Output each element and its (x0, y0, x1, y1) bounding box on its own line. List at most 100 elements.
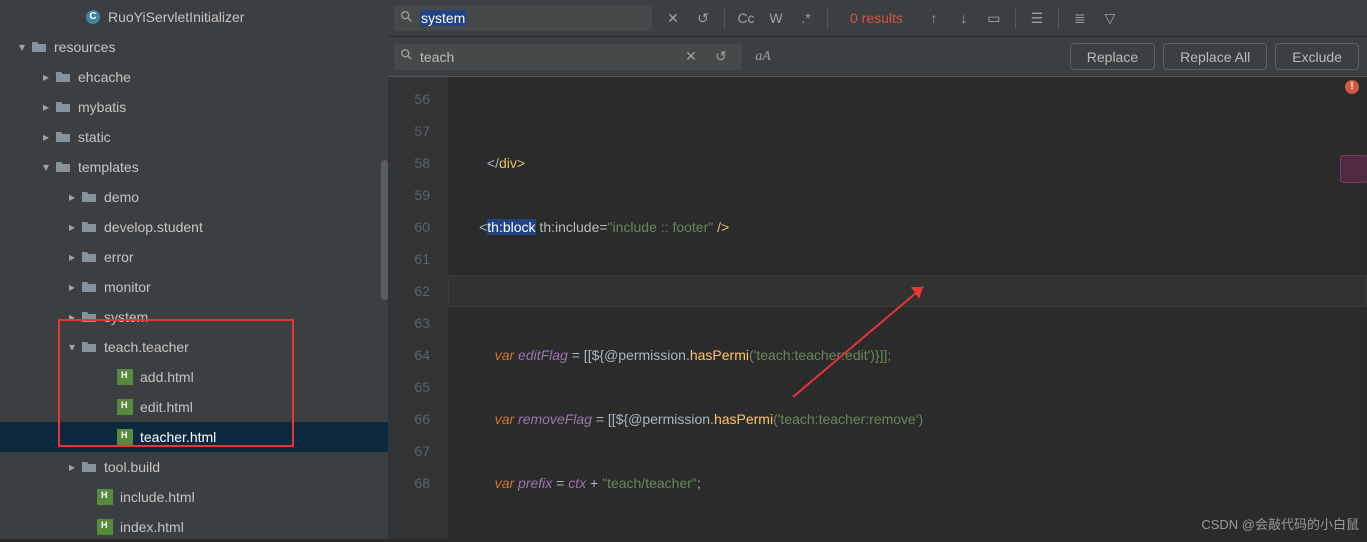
chevron-icon[interactable]: ▾ (64, 340, 80, 354)
folder-icon (80, 188, 98, 206)
tree-item-label: teacher.html (140, 429, 216, 445)
code-text[interactable]: </div> <th:block th:include="include :: … (448, 77, 1367, 539)
whole-word-toggle[interactable]: W (763, 5, 789, 31)
tree-item-label: templates (78, 159, 139, 175)
next-match-icon[interactable]: ↓ (951, 5, 977, 31)
select-all-icon[interactable]: ▭ (981, 5, 1007, 31)
tree-item[interactable]: C RuoYiServletInitializer (0, 2, 388, 32)
html-file-icon (96, 488, 114, 506)
chevron-icon[interactable]: ▸ (38, 100, 54, 114)
tree-item[interactable]: ▸system (0, 302, 388, 332)
editor-panel: system ✕ ↺ Cc W .* 0 results ↑ ↓ ▭ ☰ ≣ ▽ (388, 0, 1367, 539)
clear-icon[interactable]: ✕ (678, 44, 704, 70)
occurrences-icon[interactable]: ☰ (1024, 5, 1050, 31)
history-icon[interactable]: ↺ (708, 44, 734, 70)
tree-item-label: RuoYiServletInitializer (108, 9, 244, 25)
line-number: 59 (388, 179, 430, 211)
match-case-toggle[interactable]: Cc (733, 5, 759, 31)
line-number: 65 (388, 371, 430, 403)
replace-button[interactable]: Replace (1070, 43, 1155, 70)
filter-icon[interactable]: ▽ (1097, 5, 1123, 31)
chevron-icon[interactable]: ▸ (64, 280, 80, 294)
folder-icon (80, 248, 98, 266)
tree-item[interactable]: ▸ static (0, 122, 388, 152)
tree-item[interactable]: ▾ templates (0, 152, 388, 182)
replace-input[interactable] (420, 49, 676, 65)
tree-item[interactable]: ▸tool.build (0, 452, 388, 482)
prev-match-icon[interactable]: ↑ (921, 5, 947, 31)
line-number: 68 (388, 467, 430, 499)
filter-settings-icon[interactable]: ≣ (1067, 5, 1093, 31)
project-tree-panel: C RuoYiServletInitializer ▾ resources ▸ ehcac… (0, 0, 388, 539)
find-input-box[interactable]: system (394, 5, 652, 31)
tree-item[interactable]: ▸error (0, 242, 388, 272)
tree-item-label: demo (104, 189, 139, 205)
line-number: 56 (388, 83, 430, 115)
ide-side-icon[interactable] (1340, 155, 1367, 183)
tree-item[interactable]: teacher.html (0, 422, 388, 452)
line-number: 64 (388, 339, 430, 371)
tree-item[interactable]: ▸ monitor (0, 272, 388, 302)
sidebar-scrollbar[interactable] (381, 160, 388, 300)
folder-icon (80, 308, 98, 326)
folder-icon (54, 98, 72, 116)
error-indicator-icon[interactable]: ! (1345, 80, 1359, 94)
tree-item-label: add.html (140, 369, 194, 385)
line-number: 60 (388, 211, 430, 243)
folder-icon (80, 338, 98, 356)
chevron-icon[interactable]: ▸ (64, 220, 80, 234)
tree-item[interactable]: include.html (0, 482, 388, 512)
chevron-icon[interactable]: ▸ (38, 130, 54, 144)
current-line-highlight (448, 275, 1367, 307)
chevron-icon[interactable]: ▾ (38, 160, 54, 174)
tree-item[interactable]: ▾teach.teacher (0, 332, 388, 362)
chevron-icon[interactable]: ▸ (64, 250, 80, 264)
exclude-button[interactable]: Exclude (1275, 43, 1359, 70)
replace-input-box[interactable]: ✕ ↺ (394, 44, 742, 70)
class-icon: C (84, 8, 102, 26)
tree-item-label: monitor (104, 279, 151, 295)
chevron-icon[interactable]: ▸ (64, 310, 80, 324)
tree-item-label: static (78, 129, 111, 145)
clear-icon[interactable]: ✕ (660, 5, 686, 31)
regex-toggle[interactable]: .* (793, 5, 819, 31)
tree-item-label: mybatis (78, 99, 126, 115)
html-file-icon (96, 518, 114, 536)
folder-icon (54, 68, 72, 86)
folder-icon (54, 128, 72, 146)
line-number: 58 (388, 147, 430, 179)
html-file-icon (116, 368, 134, 386)
chevron-icon[interactable]: ▸ (64, 190, 80, 204)
tree-item[interactable]: edit.html (0, 392, 388, 422)
tree-item[interactable]: ▾ resources (0, 32, 388, 62)
tree-item[interactable]: ▸ ehcache (0, 62, 388, 92)
tree-item[interactable]: add.html (0, 362, 388, 392)
folder-icon (54, 158, 72, 176)
tree-item-label: ehcache (78, 69, 131, 85)
chevron-icon[interactable]: ▾ (14, 40, 30, 54)
tree-item-label: include.html (120, 489, 195, 505)
code-area[interactable]: 56575859606162636465666768 </div> <th:bl… (388, 77, 1367, 539)
replace-toolbar: ✕ ↺ aA Replace Replace All Exclude (388, 37, 1367, 77)
tree-item[interactable]: index.html (0, 512, 388, 542)
replace-all-button[interactable]: Replace All (1163, 43, 1267, 70)
watermark-text: CSDN @会敲代码的小白鼠 (1201, 514, 1359, 533)
chevron-icon[interactable]: ▸ (38, 70, 54, 84)
tree-item[interactable]: ▸ develop.student (0, 212, 388, 242)
folder-icon (80, 278, 98, 296)
history-icon[interactable]: ↺ (690, 5, 716, 31)
line-number: 66 (388, 403, 430, 435)
folder-icon (80, 218, 98, 236)
tree-item[interactable]: ▸ demo (0, 182, 388, 212)
folder-icon (80, 458, 98, 476)
tree-item-label: develop.student (104, 219, 203, 235)
folder-icon (30, 38, 48, 56)
chevron-icon[interactable]: ▸ (64, 460, 80, 474)
preserve-case-icon[interactable]: aA (750, 44, 776, 70)
search-icon (400, 10, 414, 27)
line-number: 63 (388, 307, 430, 339)
tree-item-label: resources (54, 39, 115, 55)
tree-item[interactable]: ▸ mybatis (0, 92, 388, 122)
tree-item-label: edit.html (140, 399, 193, 415)
find-input-value[interactable]: system (420, 10, 466, 26)
